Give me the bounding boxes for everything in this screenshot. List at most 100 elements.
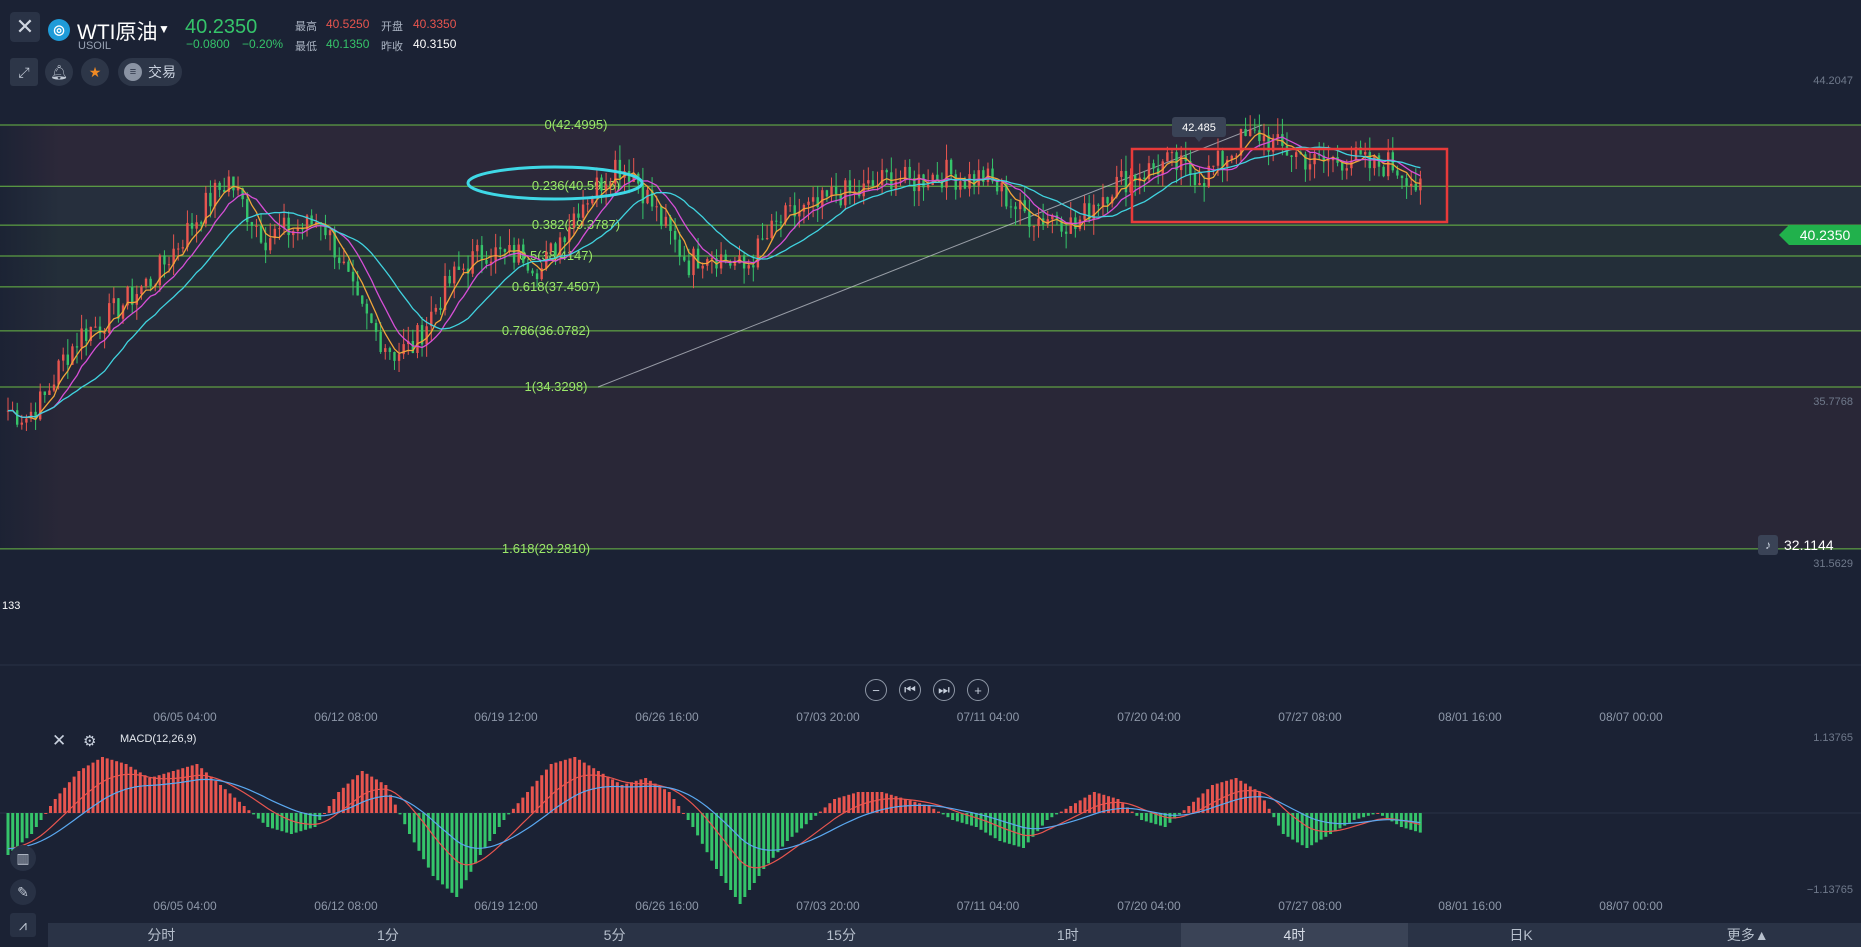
candle-body xyxy=(43,391,47,395)
indicator-icon[interactable]: ▥ xyxy=(10,845,36,871)
candle-body xyxy=(190,222,194,229)
macd-bar xyxy=(148,778,152,813)
macd-bar xyxy=(318,813,322,820)
time-axis-label: 06/19 12:00 xyxy=(474,710,538,724)
candle-body xyxy=(1396,170,1399,176)
candle-body xyxy=(572,213,576,228)
chart-type-icon[interactable]: ⩘ xyxy=(10,913,36,937)
macd-bar xyxy=(1253,789,1257,813)
tab-4[interactable]: 15分 xyxy=(728,923,955,947)
macd-bar xyxy=(951,813,955,820)
price-axis-label: 44.2047 xyxy=(1813,75,1853,87)
macd-bar xyxy=(157,775,161,813)
candle-body xyxy=(618,159,622,178)
candle-body xyxy=(1244,128,1247,136)
candle-body xyxy=(834,186,838,195)
price-chart[interactable]: 0(42.4995)0.236(40.5915)0.382(39.3787)0.… xyxy=(0,0,1861,947)
macd-bar xyxy=(110,759,114,813)
tab-3[interactable]: 5分 xyxy=(501,923,728,947)
price-alert-tag[interactable]: ♪ 32.1144 xyxy=(1758,534,1861,556)
candle-body xyxy=(374,322,378,332)
favorite-button[interactable]: ★ xyxy=(81,58,109,86)
tab-7[interactable]: 日K xyxy=(1408,923,1635,947)
candle-body xyxy=(908,166,911,179)
macd-bar xyxy=(237,801,241,813)
pencil-icon[interactable]: ✎ xyxy=(10,879,36,905)
macd-bar xyxy=(181,768,185,813)
candle-body xyxy=(1253,129,1256,131)
scroll-end-button[interactable]: ⏭ xyxy=(933,679,955,701)
candle-body xyxy=(1405,178,1408,187)
candle-body xyxy=(144,278,148,287)
fade-rect xyxy=(0,110,60,660)
candle-body xyxy=(1212,165,1215,167)
macd-close-icon[interactable]: ✕ xyxy=(52,731,66,751)
macd-bar xyxy=(1177,813,1181,815)
candle-body xyxy=(1179,155,1183,171)
macd-bar xyxy=(1277,813,1281,826)
candle-body xyxy=(218,182,221,190)
skip-forward-icon: ⏭ xyxy=(938,682,950,697)
macd-bar xyxy=(809,813,813,820)
macd-bar xyxy=(1017,813,1021,847)
zoom-in-button[interactable]: + xyxy=(967,679,989,701)
candle-body xyxy=(494,247,497,262)
macd-bar xyxy=(1347,813,1351,823)
macd-bar xyxy=(639,779,643,813)
macd-bar xyxy=(389,794,393,813)
candle-body xyxy=(761,238,764,240)
tab-2[interactable]: 1分 xyxy=(275,923,502,947)
candle-body xyxy=(1028,211,1031,227)
candle-body xyxy=(1294,152,1298,157)
tab-8[interactable]: 更多▲ xyxy=(1634,923,1861,947)
candle-body xyxy=(954,174,957,190)
scroll-start-button[interactable]: ⏮ xyxy=(899,679,921,701)
candle-body xyxy=(692,248,695,276)
macd-bar xyxy=(1385,813,1389,819)
macd-bar xyxy=(1130,811,1134,813)
draw-tool-button[interactable]: ⤢ xyxy=(10,58,38,86)
candle-body xyxy=(108,303,111,333)
macd-bar xyxy=(970,813,974,826)
macd-bar xyxy=(988,813,992,836)
candle-body xyxy=(457,266,461,270)
close-button[interactable]: ✕ xyxy=(10,12,40,42)
macd-bar xyxy=(1022,813,1026,848)
macd-bar xyxy=(771,813,775,858)
macd-bar xyxy=(1258,792,1262,813)
tab-5[interactable]: 1时 xyxy=(955,923,1182,947)
candle-body xyxy=(397,354,401,361)
macd-bar xyxy=(672,799,676,813)
macd-bar xyxy=(691,813,695,827)
chevron-down-icon[interactable]: ▼ xyxy=(158,22,170,36)
candle-body xyxy=(563,237,566,243)
candle-body xyxy=(660,206,663,226)
macd-bar xyxy=(1111,797,1115,813)
left-price-cut-label: 133 xyxy=(2,600,20,612)
zoom-out-button[interactable]: − xyxy=(865,679,887,701)
candle-body xyxy=(259,225,263,243)
low-value: 40.1350 xyxy=(326,37,370,51)
macd-bar xyxy=(941,813,945,815)
tab-6[interactable]: 4时 xyxy=(1181,923,1408,947)
alert-button[interactable]: 🔔︎ xyxy=(45,58,73,86)
candle-body xyxy=(1262,135,1266,142)
macd-bar xyxy=(790,813,794,837)
macd-bar xyxy=(856,792,860,813)
candle-body xyxy=(351,271,355,282)
macd-bar xyxy=(209,776,213,813)
minus-icon: − xyxy=(872,682,880,698)
candle-body xyxy=(936,174,939,181)
candle-body xyxy=(945,159,948,188)
tab-1[interactable]: 分时 xyxy=(48,923,275,947)
macd-bar xyxy=(176,769,180,813)
trade-button[interactable]: ≡ 交易 xyxy=(118,58,182,86)
alert-price: 32.1144 xyxy=(1784,537,1834,553)
macd-settings-icon[interactable]: ⚙ xyxy=(83,732,96,750)
macd-bar xyxy=(1272,813,1276,818)
time-axis-main: 06/05 04:00 06/12 08:00 06/19 12:00 06/26 1… xyxy=(153,710,1663,724)
fib-band xyxy=(0,387,1861,549)
macd-bar xyxy=(1078,800,1082,813)
macd-axis-top: 1.13765 xyxy=(1813,732,1853,744)
candle-body xyxy=(949,159,953,175)
